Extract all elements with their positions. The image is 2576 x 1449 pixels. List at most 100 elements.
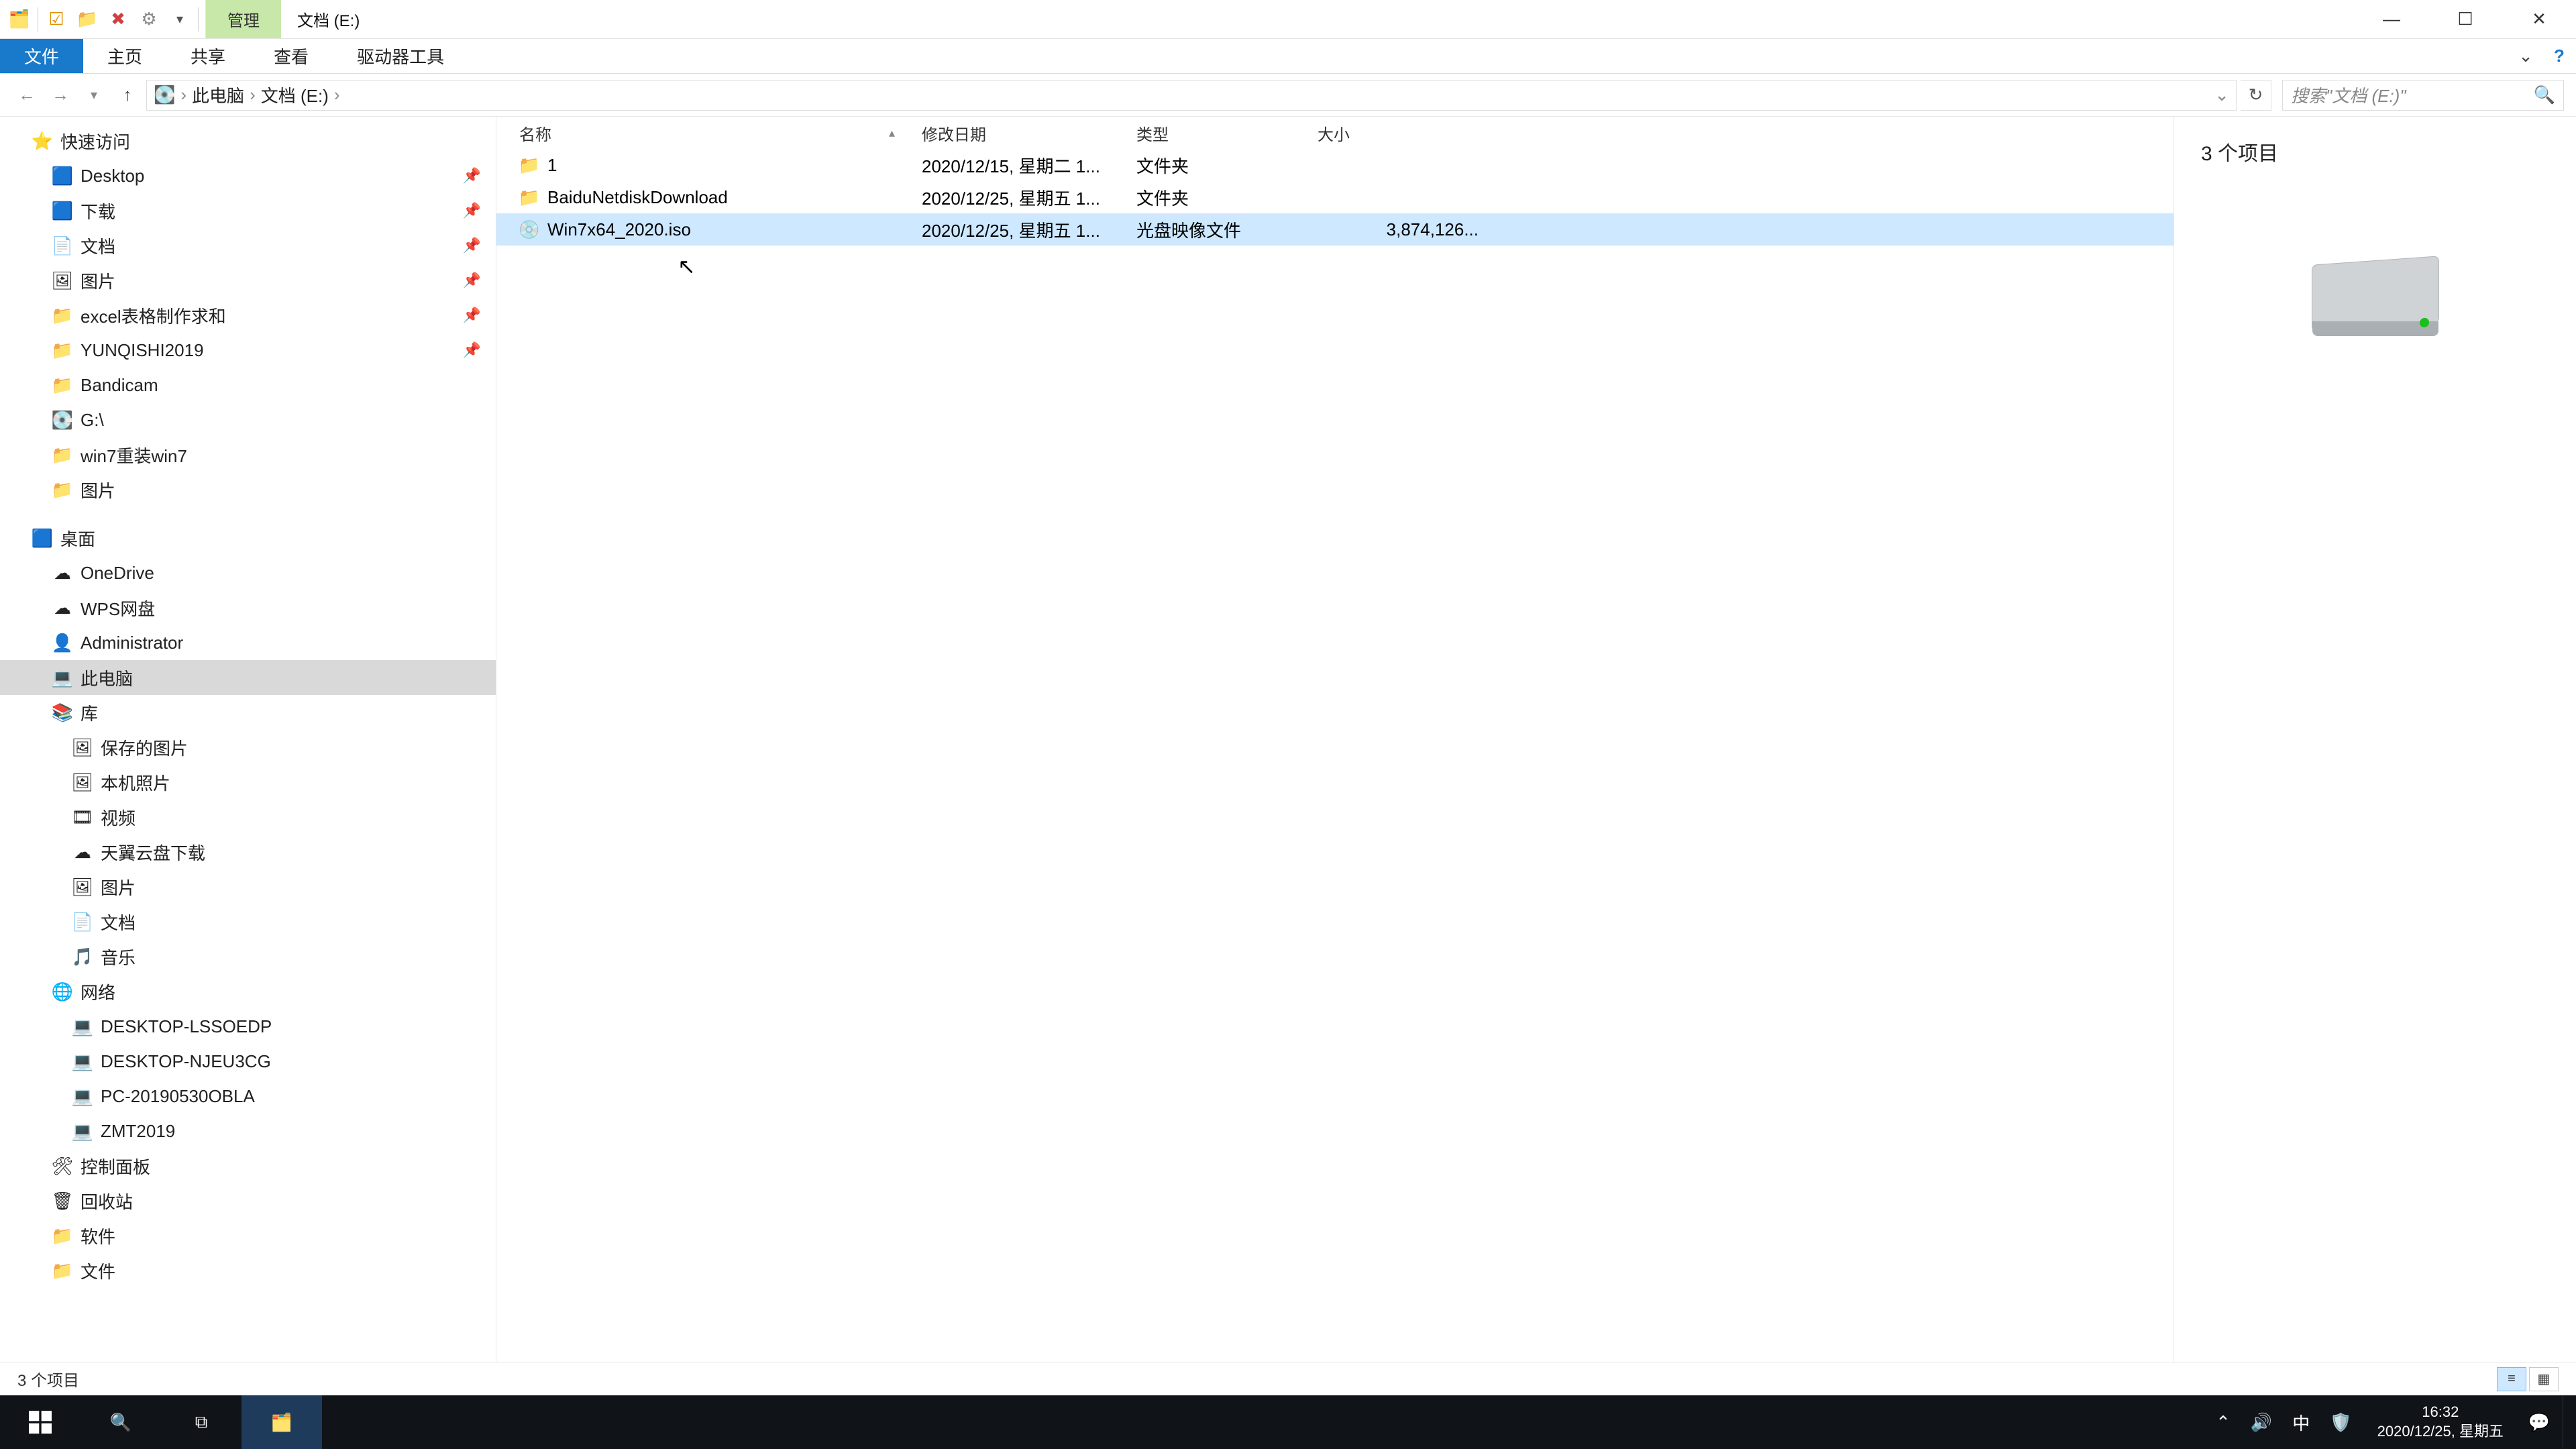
- nav-back-icon[interactable]: ←: [12, 80, 42, 110]
- minimize-button[interactable]: —: [2355, 0, 2428, 39]
- col-size[interactable]: 大小: [1318, 117, 1499, 149]
- thumbnails-view-icon[interactable]: ▦: [2529, 1367, 2559, 1391]
- tree-item[interactable]: 💻此电脑: [0, 660, 496, 695]
- view-mode-toggle: ≡ ▦: [2497, 1367, 2559, 1391]
- tree-item[interactable]: 📚库: [0, 695, 496, 730]
- item-icon: 📚: [52, 702, 72, 722]
- ribbon-tab-home[interactable]: 主页: [83, 39, 166, 73]
- taskbar-explorer-icon[interactable]: 🗂️: [241, 1395, 322, 1449]
- col-name[interactable]: 名称▴: [519, 117, 922, 149]
- breadcrumb[interactable]: 💽 › 此电脑 › 文档 (E:) › ⌄: [146, 80, 2237, 111]
- close-button[interactable]: ✕: [2502, 0, 2576, 39]
- tree-item[interactable]: 📄文档📌: [0, 228, 496, 263]
- tree-item[interactable]: 🗑回收站: [0, 1183, 496, 1218]
- search-icon[interactable]: 🔍: [2534, 85, 2555, 105]
- ribbon-tab-view[interactable]: 查看: [250, 39, 333, 73]
- tray-chevron-icon[interactable]: ⌃: [2216, 1412, 2231, 1433]
- tree-item[interactable]: 💻ZMT2019: [0, 1114, 496, 1148]
- taskbar-clock[interactable]: 16:32 2020/12/25, 星期五: [2365, 1395, 2516, 1449]
- tray-volume-icon[interactable]: 🔊: [2251, 1412, 2272, 1433]
- tree-item[interactable]: 💽G:\: [0, 402, 496, 437]
- system-tray: ⌃ 🔊 中 🛡️: [2202, 1395, 2365, 1449]
- tree-item[interactable]: 🎵音乐: [0, 939, 496, 974]
- taskbar-search-icon[interactable]: 🔍: [80, 1395, 161, 1449]
- tree-item[interactable]: 📁Bandicam: [0, 368, 496, 402]
- qat-dropdown-icon[interactable]: ▾: [167, 7, 193, 32]
- tree-item[interactable]: 📁excel表格制作求和📌: [0, 298, 496, 333]
- file-icon: 💿: [519, 219, 539, 239]
- show-desktop-button[interactable]: [2563, 1395, 2576, 1449]
- tree-quick-access[interactable]: ⭐ 快速访问: [0, 123, 496, 158]
- pin-icon: 📌: [463, 202, 481, 219]
- tree-item[interactable]: 🖼保存的图片: [0, 730, 496, 765]
- item-icon: 🖼: [52, 270, 72, 290]
- network-icon: 🌐: [52, 981, 72, 1002]
- nav-history-icon[interactable]: ▾: [79, 80, 109, 110]
- tray-security-icon[interactable]: 🛡️: [2330, 1412, 2351, 1433]
- table-row[interactable]: 💿Win7x64_2020.iso2020/12/25, 星期五 1...光盘映…: [496, 213, 2174, 246]
- tree-item[interactable]: 🟦下载📌: [0, 193, 496, 228]
- contextual-tab-header[interactable]: 管理: [206, 0, 281, 38]
- crumb-this-pc[interactable]: 此电脑: [192, 83, 244, 107]
- qat-checkbox-icon[interactable]: ☑: [44, 7, 69, 32]
- tree-item[interactable]: ☁天翼云盘下载: [0, 835, 496, 869]
- tree-item[interactable]: 📁win7重装win7: [0, 437, 496, 472]
- tree-item[interactable]: 📁YUNQISHI2019📌: [0, 333, 496, 368]
- sort-asc-icon: ▴: [889, 126, 895, 140]
- start-button[interactable]: [0, 1395, 80, 1449]
- clock-date: 2020/12/25, 星期五: [2377, 1422, 2504, 1442]
- item-icon: 📁: [52, 1226, 72, 1246]
- tree-item[interactable]: 💻DESKTOP-NJEU3CG: [0, 1044, 496, 1079]
- tree-item[interactable]: 📄文档: [0, 904, 496, 939]
- ribbon-tab-share[interactable]: 共享: [166, 39, 250, 73]
- details-view-icon[interactable]: ≡: [2497, 1367, 2526, 1391]
- help-icon[interactable]: ?: [2542, 39, 2576, 73]
- tree-item[interactable]: 💻PC-20190530OBLA: [0, 1079, 496, 1114]
- item-icon: 📄: [52, 235, 72, 256]
- pin-icon: 📌: [463, 167, 481, 184]
- tree-item[interactable]: 📁软件: [0, 1218, 496, 1253]
- tree-desktop[interactable]: 🟦 桌面: [0, 521, 496, 555]
- preview-pane: 3 个项目: [2174, 117, 2576, 1362]
- tree-item[interactable]: 👤Administrator: [0, 625, 496, 660]
- tree-item[interactable]: 📁图片: [0, 472, 496, 507]
- maximize-button[interactable]: ☐: [2428, 0, 2502, 39]
- item-icon: 🖼: [72, 877, 93, 897]
- window-title: 文档 (E:): [281, 0, 376, 38]
- task-view-icon[interactable]: ⧉: [161, 1395, 241, 1449]
- item-icon: 📄: [72, 912, 93, 932]
- nav-tree[interactable]: ⭐ 快速访问 🟦Desktop📌🟦下载📌📄文档📌🖼图片📌📁excel表格制作求和…: [0, 117, 496, 1362]
- taskbar: 🔍 ⧉ 🗂️ ⌃ 🔊 中 🛡️ 16:32 2020/12/25, 星期五 💬: [0, 1395, 2576, 1449]
- tree-item[interactable]: ☁WPS网盘: [0, 590, 496, 625]
- tree-item[interactable]: 🟦Desktop📌: [0, 158, 496, 193]
- ribbon-expand-icon[interactable]: ⌄: [2509, 39, 2542, 73]
- address-dropdown-icon[interactable]: ⌄: [2214, 85, 2229, 105]
- tree-item[interactable]: 🖼图片📌: [0, 263, 496, 298]
- table-row[interactable]: 📁BaiduNetdiskDownload2020/12/25, 星期五 1..…: [496, 181, 2174, 213]
- tree-item[interactable]: 🎞视频: [0, 800, 496, 835]
- refresh-icon[interactable]: ↻: [2241, 80, 2271, 111]
- col-date[interactable]: 修改日期: [922, 117, 1136, 149]
- item-icon: 📁: [52, 445, 72, 465]
- nav-up-icon[interactable]: ↑: [113, 80, 142, 110]
- qat-delete-icon[interactable]: ✖: [105, 7, 131, 32]
- crumb-drive-e[interactable]: 文档 (E:): [261, 83, 329, 107]
- tree-item[interactable]: 🛠控制面板: [0, 1148, 496, 1183]
- col-type[interactable]: 类型: [1136, 117, 1318, 149]
- action-center-icon[interactable]: 💬: [2516, 1395, 2563, 1449]
- ribbon-file-tab[interactable]: 文件: [0, 39, 83, 73]
- qat-folder-icon[interactable]: 📁: [74, 7, 100, 32]
- tree-item[interactable]: ☁OneDrive: [0, 555, 496, 590]
- tree-item[interactable]: 🖼本机照片: [0, 765, 496, 800]
- tree-network[interactable]: 🌐 网络: [0, 974, 496, 1009]
- tree-item[interactable]: 📁文件: [0, 1253, 496, 1288]
- search-input[interactable]: 搜索"文档 (E:)" 🔍: [2282, 80, 2564, 111]
- table-row[interactable]: 📁12020/12/15, 星期二 1...文件夹: [496, 149, 2174, 181]
- tray-ime-icon[interactable]: 中: [2292, 1410, 2310, 1435]
- qat-properties-icon[interactable]: ⚙: [136, 7, 162, 32]
- tree-item[interactable]: 🖼图片: [0, 869, 496, 904]
- file-icon: 📁: [519, 155, 539, 175]
- tree-item[interactable]: 💻DESKTOP-LSSOEDP: [0, 1009, 496, 1044]
- item-icon: 💻: [72, 1016, 93, 1036]
- ribbon-tab-drive-tools[interactable]: 驱动器工具: [333, 39, 468, 73]
